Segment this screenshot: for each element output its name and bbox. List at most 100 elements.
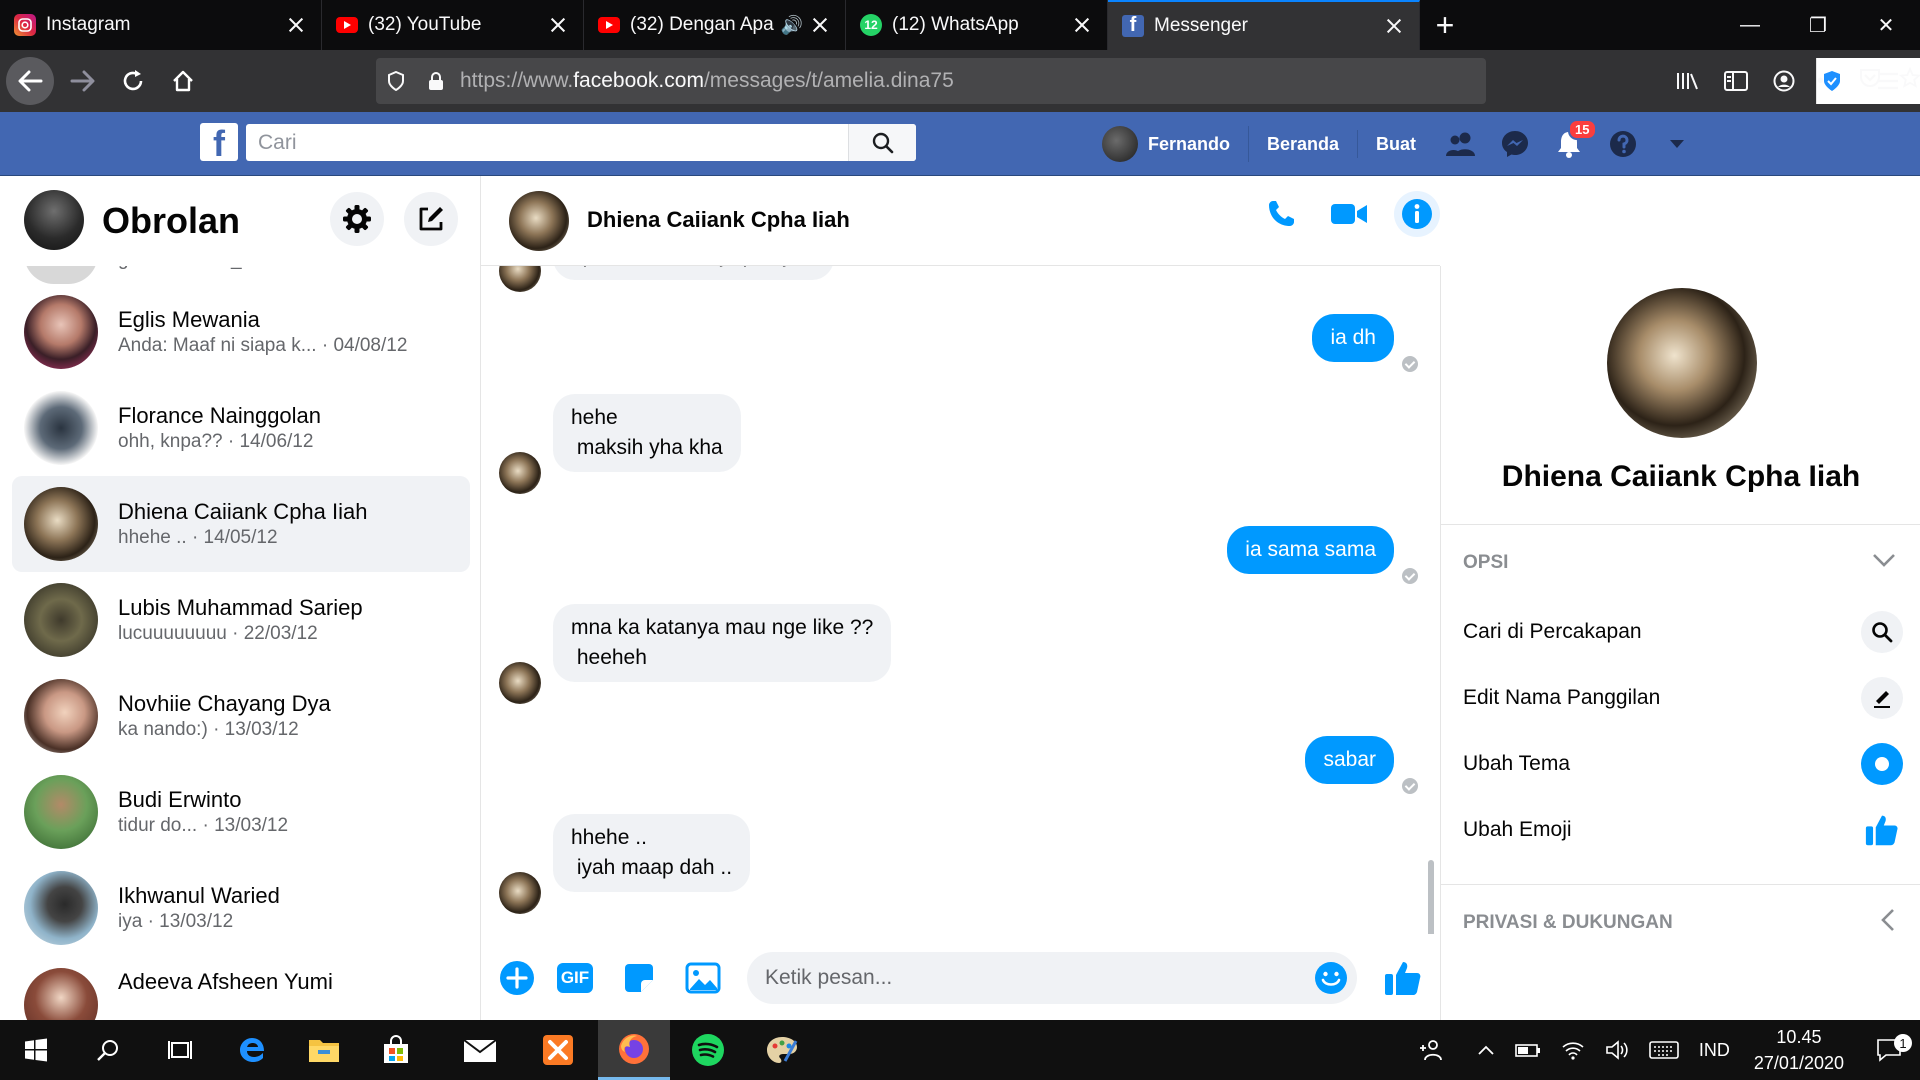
back-arrow-icon[interactable]: [6, 57, 54, 105]
facebook-logo[interactable]: f: [200, 123, 238, 161]
store-icon[interactable]: [360, 1020, 432, 1080]
chevron-left-icon[interactable]: [1880, 908, 1896, 938]
new-tab-button[interactable]: +: [1420, 0, 1470, 50]
restore-icon[interactable]: ❐: [1784, 0, 1852, 50]
lock-icon[interactable]: [416, 71, 456, 91]
friend-requests-icon[interactable]: [1434, 131, 1488, 157]
tab-instagram[interactable]: Instagram: [0, 0, 322, 50]
avatar[interactable]: [1607, 288, 1757, 438]
messenger-icon[interactable]: [1488, 129, 1542, 159]
privacy-section-header[interactable]: PRIVASI & DUKUNGAN: [1463, 912, 1673, 934]
list-item[interactable]: Florance Nainggolan ohh, knpa?? · 14/06/1…: [12, 380, 470, 476]
list-item[interactable]: Eglis Mewania Anda: Maaf ni siapa k... · …: [12, 284, 470, 380]
tab-youtube[interactable]: (32) YouTube: [322, 0, 584, 50]
close-tab-icon[interactable]: [547, 14, 569, 36]
search-input[interactable]: [246, 130, 848, 155]
notifications-icon[interactable]: 15: [1542, 119, 1597, 159]
sticker-button[interactable]: [619, 958, 659, 998]
avatar[interactable]: [24, 190, 84, 250]
call-button[interactable]: [1258, 191, 1304, 237]
battery-icon[interactable]: [1505, 1042, 1551, 1058]
message-bubble-incoming[interactable]: npan kha minta jmpolnyah: [553, 266, 835, 280]
file-explorer-icon[interactable]: [288, 1020, 360, 1080]
list-item[interactable]: Ikhwanul Waried iya · 13/03/12: [12, 860, 470, 956]
minimize-icon[interactable]: —: [1716, 0, 1784, 50]
message-bubble-incoming[interactable]: mna ka katanya mau nge like ?? heeheh: [553, 604, 892, 682]
options-section-header[interactable]: OPSI: [1463, 552, 1508, 574]
mail-icon[interactable]: [444, 1020, 516, 1080]
home-icon[interactable]: [162, 60, 204, 102]
contact-name[interactable]: Dhiena Caiiank Cpha Iiah: [587, 207, 850, 233]
option-change-emoji[interactable]: Ubah Emoji: [1463, 804, 1903, 856]
keyboard-icon[interactable]: [1639, 1041, 1689, 1059]
help-icon[interactable]: [1596, 129, 1650, 159]
close-tab-icon[interactable]: [285, 14, 307, 36]
message-bubble-incoming[interactable]: hhehe .. iyah maap dah ..: [553, 814, 751, 892]
create-link[interactable]: Buat: [1358, 130, 1434, 158]
tab-youtube-song[interactable]: (32) Dengan Apa Kan Kub 🔊: [584, 0, 846, 50]
home-link[interactable]: Beranda: [1249, 130, 1359, 158]
thread-scrollbar[interactable]: [1428, 860, 1434, 934]
chevron-down-icon[interactable]: [1872, 548, 1896, 574]
option-change-theme[interactable]: Ubah Tema: [1463, 738, 1903, 790]
reload-icon[interactable]: [112, 60, 154, 102]
people-icon[interactable]: [1409, 1039, 1453, 1061]
spotify-icon[interactable]: [672, 1020, 744, 1080]
adblock-shield-icon[interactable]: [1808, 70, 1856, 92]
speaker-icon[interactable]: 🔊: [781, 15, 803, 36]
sticker-icon: [625, 964, 653, 992]
settings-button[interactable]: [330, 192, 384, 246]
task-view-icon[interactable]: [144, 1020, 216, 1080]
message-bubble-incoming[interactable]: hehe maksih yha kha: [553, 394, 741, 472]
search-icon[interactable]: [72, 1020, 144, 1080]
close-tab-icon[interactable]: [1383, 15, 1405, 37]
paint-icon[interactable]: [746, 1020, 818, 1080]
shield-icon[interactable]: [376, 71, 416, 91]
option-edit-nickname[interactable]: Edit Nama Panggilan: [1463, 672, 1903, 724]
like-button[interactable]: [1381, 958, 1425, 998]
account-menu-icon[interactable]: [1650, 139, 1704, 149]
more-actions-button[interactable]: [497, 958, 537, 998]
account-icon[interactable]: [1760, 70, 1808, 92]
photo-button[interactable]: [683, 958, 723, 998]
avatar[interactable]: [509, 191, 569, 251]
search-icon[interactable]: [848, 124, 916, 161]
firefox-icon[interactable]: [598, 1020, 670, 1080]
menu-icon[interactable]: [1856, 72, 1920, 90]
gif-button[interactable]: GIF: [553, 958, 597, 998]
list-item[interactable]: Dhiena Caiiank Cpha Iiah hhehe .. · 14/05…: [12, 476, 470, 572]
message-bubble-outgoing[interactable]: ia dh: [1312, 314, 1394, 362]
message-input[interactable]: [747, 966, 1305, 990]
chevron-up-icon[interactable]: [1453, 1044, 1505, 1056]
emoji-button[interactable]: [1305, 961, 1357, 995]
edge-icon[interactable]: [216, 1020, 288, 1080]
message-bubble-outgoing[interactable]: sabar: [1305, 736, 1394, 784]
list-item[interactable]: Adeeva Afsheen Yumi: [12, 956, 470, 1020]
video-call-button[interactable]: [1326, 191, 1372, 237]
info-button[interactable]: [1394, 191, 1440, 237]
option-search-in-conversation[interactable]: Cari di Percakapan: [1463, 606, 1903, 658]
new-message-button[interactable]: [404, 192, 458, 246]
close-tab-icon[interactable]: [1071, 14, 1093, 36]
close-tab-icon[interactable]: [809, 14, 831, 36]
wifi-icon[interactable]: [1551, 1040, 1595, 1060]
forward-arrow-icon[interactable]: [62, 60, 104, 102]
clock[interactable]: 10.45 27/01/2020: [1740, 1024, 1858, 1076]
url-bar[interactable]: https://www.facebook.com/messages/t/amel…: [376, 58, 1920, 104]
profile-link[interactable]: Fernando: [1102, 126, 1250, 162]
language-indicator[interactable]: IND: [1689, 1040, 1740, 1061]
start-button[interactable]: [0, 1020, 72, 1080]
sidebar-icon[interactable]: [1712, 71, 1760, 91]
volume-icon[interactable]: [1595, 1040, 1639, 1060]
list-item[interactable]: Lubis Muhammad Sariep lucuuuuuuuu · 22/03…: [12, 572, 470, 668]
list-item[interactable]: Budi Erwinto tidur do... · 13/03/12: [12, 764, 470, 860]
tab-whatsapp[interactable]: 12 (12) WhatsApp: [846, 0, 1108, 50]
message-bubble-outgoing[interactable]: ia sama sama: [1227, 526, 1394, 574]
tab-messenger[interactable]: f Messenger: [1108, 0, 1420, 50]
action-center-icon[interactable]: 1: [1858, 1034, 1920, 1062]
theme-dot-icon: [1861, 743, 1903, 785]
library-icon[interactable]: [1664, 71, 1712, 91]
xampp-icon[interactable]: [522, 1020, 594, 1080]
list-item[interactable]: Novhiie Chayang Dya ka nando:) · 13/03/12: [12, 668, 470, 764]
close-window-icon[interactable]: ✕: [1852, 0, 1920, 50]
